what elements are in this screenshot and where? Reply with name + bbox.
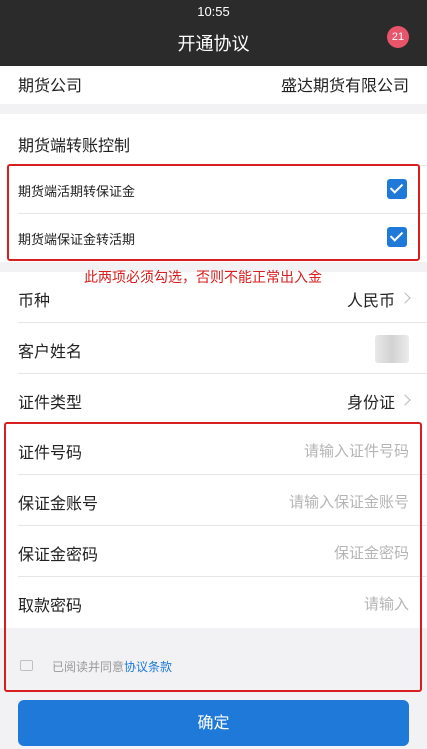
currency-label: 币种 xyxy=(18,291,51,310)
company-value: 盛达期货有限公司 xyxy=(280,76,409,95)
option-futures-to-margin[interactable]: 期货端活期转保证金 xyxy=(0,166,427,214)
id-number-input[interactable]: 请输入证件号码 xyxy=(304,440,409,461)
company-row: 期货公司 盛达期货有限公司 xyxy=(0,66,427,104)
agreement-prefix: 已阅读并同意 xyxy=(52,660,125,674)
notification-badge[interactable]: 21 xyxy=(387,26,409,48)
withdraw-password-row[interactable]: 取款密码 请输入 xyxy=(0,577,427,628)
id-type-label: 证件类型 xyxy=(18,393,83,412)
agree-checkbox-icon[interactable] xyxy=(20,660,33,671)
option-margin-to-futures[interactable]: 期货端保证金转活期 xyxy=(0,214,427,262)
agreement-link[interactable]: 协议条款 xyxy=(124,660,172,674)
chevron-right-icon xyxy=(399,292,411,304)
agreement-text: 已阅读并同意协议条款 xyxy=(52,658,172,675)
annotation-text: 此两项必须勾选，否则不能正常出入金 xyxy=(84,270,322,286)
withdraw-password-label: 取款密码 xyxy=(18,596,83,615)
page-title: 开通协议 xyxy=(177,34,250,55)
margin-password-label: 保证金密码 xyxy=(18,545,99,564)
margin-account-input[interactable]: 请输入保证金账号 xyxy=(289,491,409,512)
status-time: 10:55 xyxy=(197,4,230,19)
checkbox-checked-icon[interactable] xyxy=(387,227,407,247)
confirm-button[interactable]: 确定 xyxy=(18,700,409,746)
nav-bar: 10:55 开通协议 21 xyxy=(0,0,427,66)
transfer-control-header: 期货端转账控制 xyxy=(0,114,427,166)
margin-account-row[interactable]: 保证金账号 请输入保证金账号 xyxy=(0,475,427,526)
id-number-label: 证件号码 xyxy=(18,443,83,462)
transfer-control-title: 期货端转账控制 xyxy=(18,136,131,155)
option-label: 期货端保证金转活期 xyxy=(18,233,136,248)
id-number-row[interactable]: 证件号码 请输入证件号码 xyxy=(0,424,427,475)
blurred-name xyxy=(375,335,409,363)
id-type-row[interactable]: 证件类型 身份证 xyxy=(0,374,427,425)
agreement-area: 已阅读并同意协议条款 xyxy=(0,628,427,700)
option-label: 期货端活期转保证金 xyxy=(18,185,136,200)
customer-name-label: 客户姓名 xyxy=(18,342,83,361)
company-label: 期货公司 xyxy=(18,76,83,95)
margin-account-label: 保证金账号 xyxy=(18,494,99,513)
id-type-value: 身份证 xyxy=(346,393,395,412)
chevron-right-icon xyxy=(399,394,411,406)
checkbox-checked-icon[interactable] xyxy=(387,179,407,199)
margin-password-input[interactable]: 保证金密码 xyxy=(334,542,409,563)
currency-value: 人民币 xyxy=(346,291,395,310)
margin-password-row[interactable]: 保证金密码 保证金密码 xyxy=(0,526,427,577)
withdraw-password-input[interactable]: 请输入 xyxy=(364,593,409,614)
customer-name-row: 客户姓名 xyxy=(0,323,427,374)
